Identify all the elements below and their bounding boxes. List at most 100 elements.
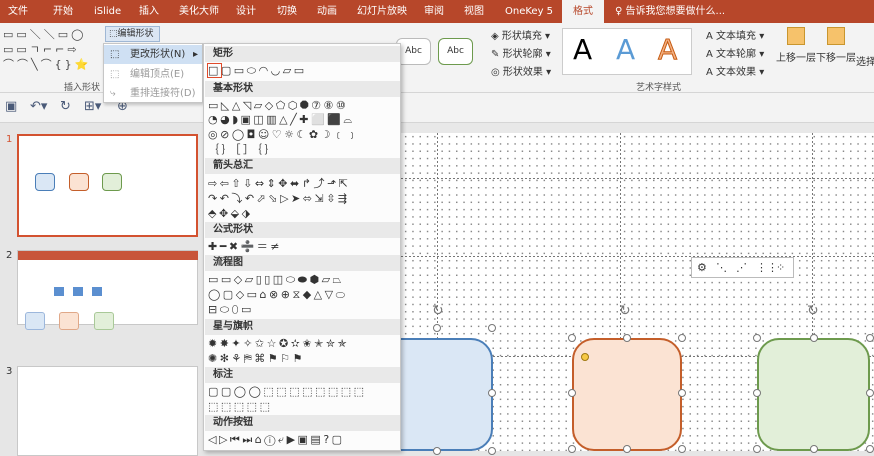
resize-handle[interactable]: [433, 324, 441, 332]
tab-transitions[interactable]: 切换: [277, 0, 297, 23]
slide-thumbnail-2[interactable]: [17, 250, 198, 330]
shape-row[interactable]: ▭◺△◹▱◇⬠⬡⯃⑦⑧⑩: [208, 99, 348, 113]
resize-handle[interactable]: [568, 389, 576, 397]
shape-row[interactable]: ◎⊘◯◘☺♡☼☾✿☽﹝﹞: [208, 128, 360, 142]
rotate-handle-icon[interactable]: ↻: [432, 303, 444, 319]
slide-thumbnail-3[interactable]: [17, 366, 198, 456]
shape-effects-button[interactable]: ◎ 形状效果 ▾: [491, 63, 551, 78]
text-fill-button[interactable]: A 文本填充 ▾: [706, 27, 764, 42]
tab-slideshow[interactable]: 幻灯片放映: [357, 0, 407, 23]
adjust-handle[interactable]: [581, 353, 589, 361]
tab-view[interactable]: 视图: [464, 0, 484, 23]
text-effects-button[interactable]: A 文本效果 ▾: [706, 63, 764, 78]
shape-style-1[interactable]: Abc: [396, 38, 431, 65]
rounded-rect-green[interactable]: [757, 338, 870, 451]
wordart-blue[interactable]: A: [616, 33, 635, 66]
wordart-orange[interactable]: A: [657, 33, 677, 67]
resize-handle[interactable]: [568, 334, 576, 342]
thumb2-shape-orange: [59, 312, 79, 330]
resize-handle[interactable]: [678, 445, 686, 453]
shape-row[interactable]: ✚━✖➗＝≠: [208, 240, 282, 254]
format-painter-icon[interactable]: ⊞▾: [84, 99, 101, 114]
shape-row[interactable]: ⬚⬚⬚⬚⬚: [208, 400, 272, 414]
resize-handle[interactable]: [488, 389, 496, 397]
shape-row[interactable]: ◔◕◗▣◫▥△╱✚⬜⬛⌓: [208, 113, 355, 127]
change-shape-item[interactable]: ⬚ 更改形状(N) ▸: [104, 45, 202, 64]
shape-insert-gallery[interactable]: ▭▭＼＼▭◯ ▭▭ㄱ⌐⌐⇨ ⌒⌒╲⌒{}⭐: [3, 27, 101, 71]
shape-row[interactable]: ｛｝［］｛｝: [208, 143, 278, 157]
resize-handle[interactable]: [810, 334, 818, 342]
shape-row[interactable]: ⬘✥⬙⬗: [208, 207, 253, 221]
tab-islide[interactable]: iSlide: [94, 0, 121, 23]
edit-shape-menu: ⬚ 更改形状(N) ▸ ⬚ 编辑顶点(E) ⤷ 重排连接符(D): [103, 43, 203, 103]
shape-row[interactable]: ▢▢◯◯⬚⬚⬚⬚⬚⬚⬚⬚: [208, 385, 367, 399]
tab-animations[interactable]: 动画: [317, 0, 337, 23]
scatter-icon[interactable]: ⁘: [776, 261, 785, 274]
tab-file[interactable]: 文件: [8, 0, 28, 23]
wordart-gallery[interactable]: A A A: [562, 28, 692, 75]
resize-handle[interactable]: [623, 334, 631, 342]
send-backward-button[interactable]: 下移一层: [816, 27, 856, 64]
shape-row[interactable]: ⊟⬭⬯▭: [208, 303, 254, 317]
align-settings-icon[interactable]: ⚙: [697, 261, 707, 274]
reroute-connectors-item[interactable]: ⤷ 重排连接符(D): [104, 84, 202, 103]
shape-outline-button[interactable]: ✎ 形状轮廓 ▾: [491, 45, 551, 60]
resize-handle[interactable]: [810, 445, 818, 453]
shape-row[interactable]: ▭▭◇▱▯▯◫⬭⬬⬢▱⏢: [208, 273, 344, 287]
text-outline-button[interactable]: A 文本轮廓 ▾: [706, 45, 764, 60]
bring-forward-button[interactable]: 上移一层: [776, 27, 816, 64]
save-icon[interactable]: ▣: [5, 99, 17, 114]
text-effects-icon: A: [706, 67, 717, 78]
shape-fill-button[interactable]: ◈ 形状填充 ▾: [491, 27, 550, 42]
resize-handle[interactable]: [866, 334, 874, 342]
shape-row[interactable]: ◯▢◇▭⌂⊗⊕⧖◆△▽⬭: [208, 288, 347, 302]
tab-home[interactable]: 开始: [53, 0, 73, 23]
shape-row[interactable]: □▢▭⬭◠◡▱▭: [208, 64, 307, 78]
resize-handle[interactable]: [678, 334, 686, 342]
tab-onekey[interactable]: OneKey 5: [505, 0, 553, 23]
slide-number-2: 2: [6, 250, 13, 261]
resize-handle[interactable]: [866, 389, 874, 397]
edit-shape-button[interactable]: ⬚编辑形状: [105, 26, 160, 42]
resize-handle[interactable]: [678, 389, 686, 397]
slide-thumbnail-1[interactable]: [17, 134, 198, 237]
undo-icon[interactable]: ↶▾: [30, 99, 47, 114]
slide-number-1: 1: [6, 134, 13, 145]
resize-handle[interactable]: [753, 334, 761, 342]
shape-row[interactable]: ⇨⇦⇧⇩⇔⇕✥⬌↱⤴⬏⇱: [208, 177, 350, 191]
resize-handle[interactable]: [753, 389, 761, 397]
effects-icon: ◎: [491, 67, 503, 78]
resize-handle[interactable]: [433, 447, 441, 455]
tab-design[interactable]: 设计: [236, 0, 256, 23]
redo-icon[interactable]: ↻: [60, 99, 71, 114]
text-fill-icon: A: [706, 31, 717, 42]
tab-format[interactable]: 格式: [562, 0, 604, 23]
tab-review[interactable]: 审阅: [424, 0, 444, 23]
selection-pane-button[interactable]: 选择: [856, 53, 874, 68]
wordart-black[interactable]: A: [573, 33, 592, 66]
distribute-diag-icon[interactable]: ⋱: [716, 261, 727, 274]
resize-handle[interactable]: [488, 447, 496, 455]
resize-handle[interactable]: [753, 445, 761, 453]
resize-handle[interactable]: [866, 445, 874, 453]
bring-forward-icon: [787, 27, 805, 45]
edit-points-item[interactable]: ⬚ 编辑顶点(E): [104, 65, 202, 84]
grid-align-icon[interactable]: ⋮⋮: [756, 261, 778, 274]
resize-handle[interactable]: [488, 324, 496, 332]
distribute-diag2-icon[interactable]: ⋰: [736, 261, 747, 274]
tab-insert[interactable]: 插入: [139, 0, 159, 23]
shape-row[interactable]: ✺✻⚘⛿⌘⚑⚐⚑: [208, 352, 305, 366]
rotate-handle-icon[interactable]: ↻: [807, 303, 819, 319]
shape-row[interactable]: ✹✸✦✧✩☆✪✫✬✭✮✯: [208, 337, 349, 351]
thumb2-mark: [73, 287, 83, 296]
resize-handle[interactable]: [623, 445, 631, 453]
shape-style-2[interactable]: Abc: [438, 38, 473, 65]
thumb2-shape-green: [94, 312, 114, 330]
resize-handle[interactable]: [568, 445, 576, 453]
shape-row[interactable]: ↷↶⤵↶⬀⬂▷➤⬄⇲⇳⇶: [208, 192, 350, 206]
text-outline-icon: A: [706, 49, 717, 60]
shape-row[interactable]: ◁▷⏮⏭⌂ⓘ⤶▶▣▤?▢: [208, 433, 345, 447]
tell-me-box[interactable]: ♀ 告诉我您想要做什么...: [615, 0, 725, 23]
rotate-handle-icon[interactable]: ↻: [619, 303, 631, 319]
tab-beautify[interactable]: 美化大师: [179, 0, 219, 23]
